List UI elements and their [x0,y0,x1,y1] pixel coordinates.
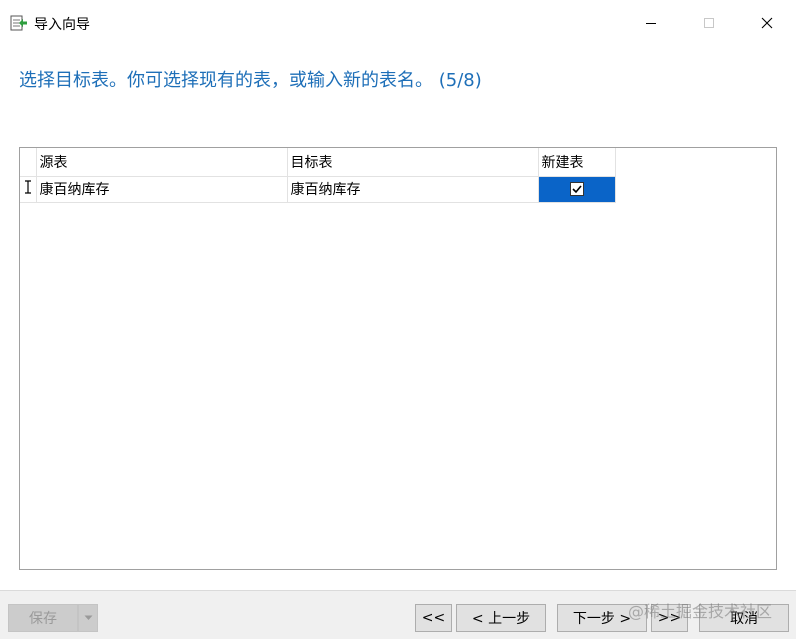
text-cursor-icon [24,180,31,194]
source-table-cell[interactable]: 康百纳库存 [36,176,288,203]
new-table-checkbox[interactable] [569,182,584,196]
table-mapping-grid[interactable]: 源表 目标表 新建表 康百纳库存 康百纳库存 [19,147,777,570]
chevron-down-icon [84,615,92,620]
grid-header-row: 源表 目标表 新建表 [20,148,616,177]
import-wizard-icon [10,15,27,31]
maximize-button[interactable] [680,6,738,40]
maximize-icon [704,18,714,28]
window-title: 导入向导 [34,17,90,33]
minimize-button[interactable] [622,6,680,40]
new-table-cell[interactable] [538,176,616,203]
column-header-new-table[interactable]: 新建表 [538,148,616,177]
save-dropdown-button[interactable] [78,604,98,632]
close-icon [761,17,773,29]
mapping-table: 源表 目标表 新建表 康百纳库存 康百纳库存 [20,148,616,203]
target-table-cell[interactable]: 康百纳库存 [287,176,539,203]
watermark: @稀土掘金技术社区 [628,602,773,621]
row-indicator[interactable] [20,176,37,203]
previous-step-button[interactable]: < 上一步 [456,604,546,632]
save-button[interactable]: 保存 [8,604,78,632]
close-button[interactable] [738,6,796,40]
checkmark-icon [571,185,582,194]
row-header-corner [20,148,37,177]
minimize-icon [646,23,656,24]
table-row[interactable]: 康百纳库存 康百纳库存 [20,176,616,203]
step-heading: 选择目标表。你可选择现有的表，或输入新的表名。 (5/8) [19,70,482,91]
first-step-button[interactable]: << [415,604,452,632]
column-header-source[interactable]: 源表 [36,148,288,177]
column-header-target[interactable]: 目标表 [287,148,539,177]
title-bar: 导入向导 [0,6,796,40]
